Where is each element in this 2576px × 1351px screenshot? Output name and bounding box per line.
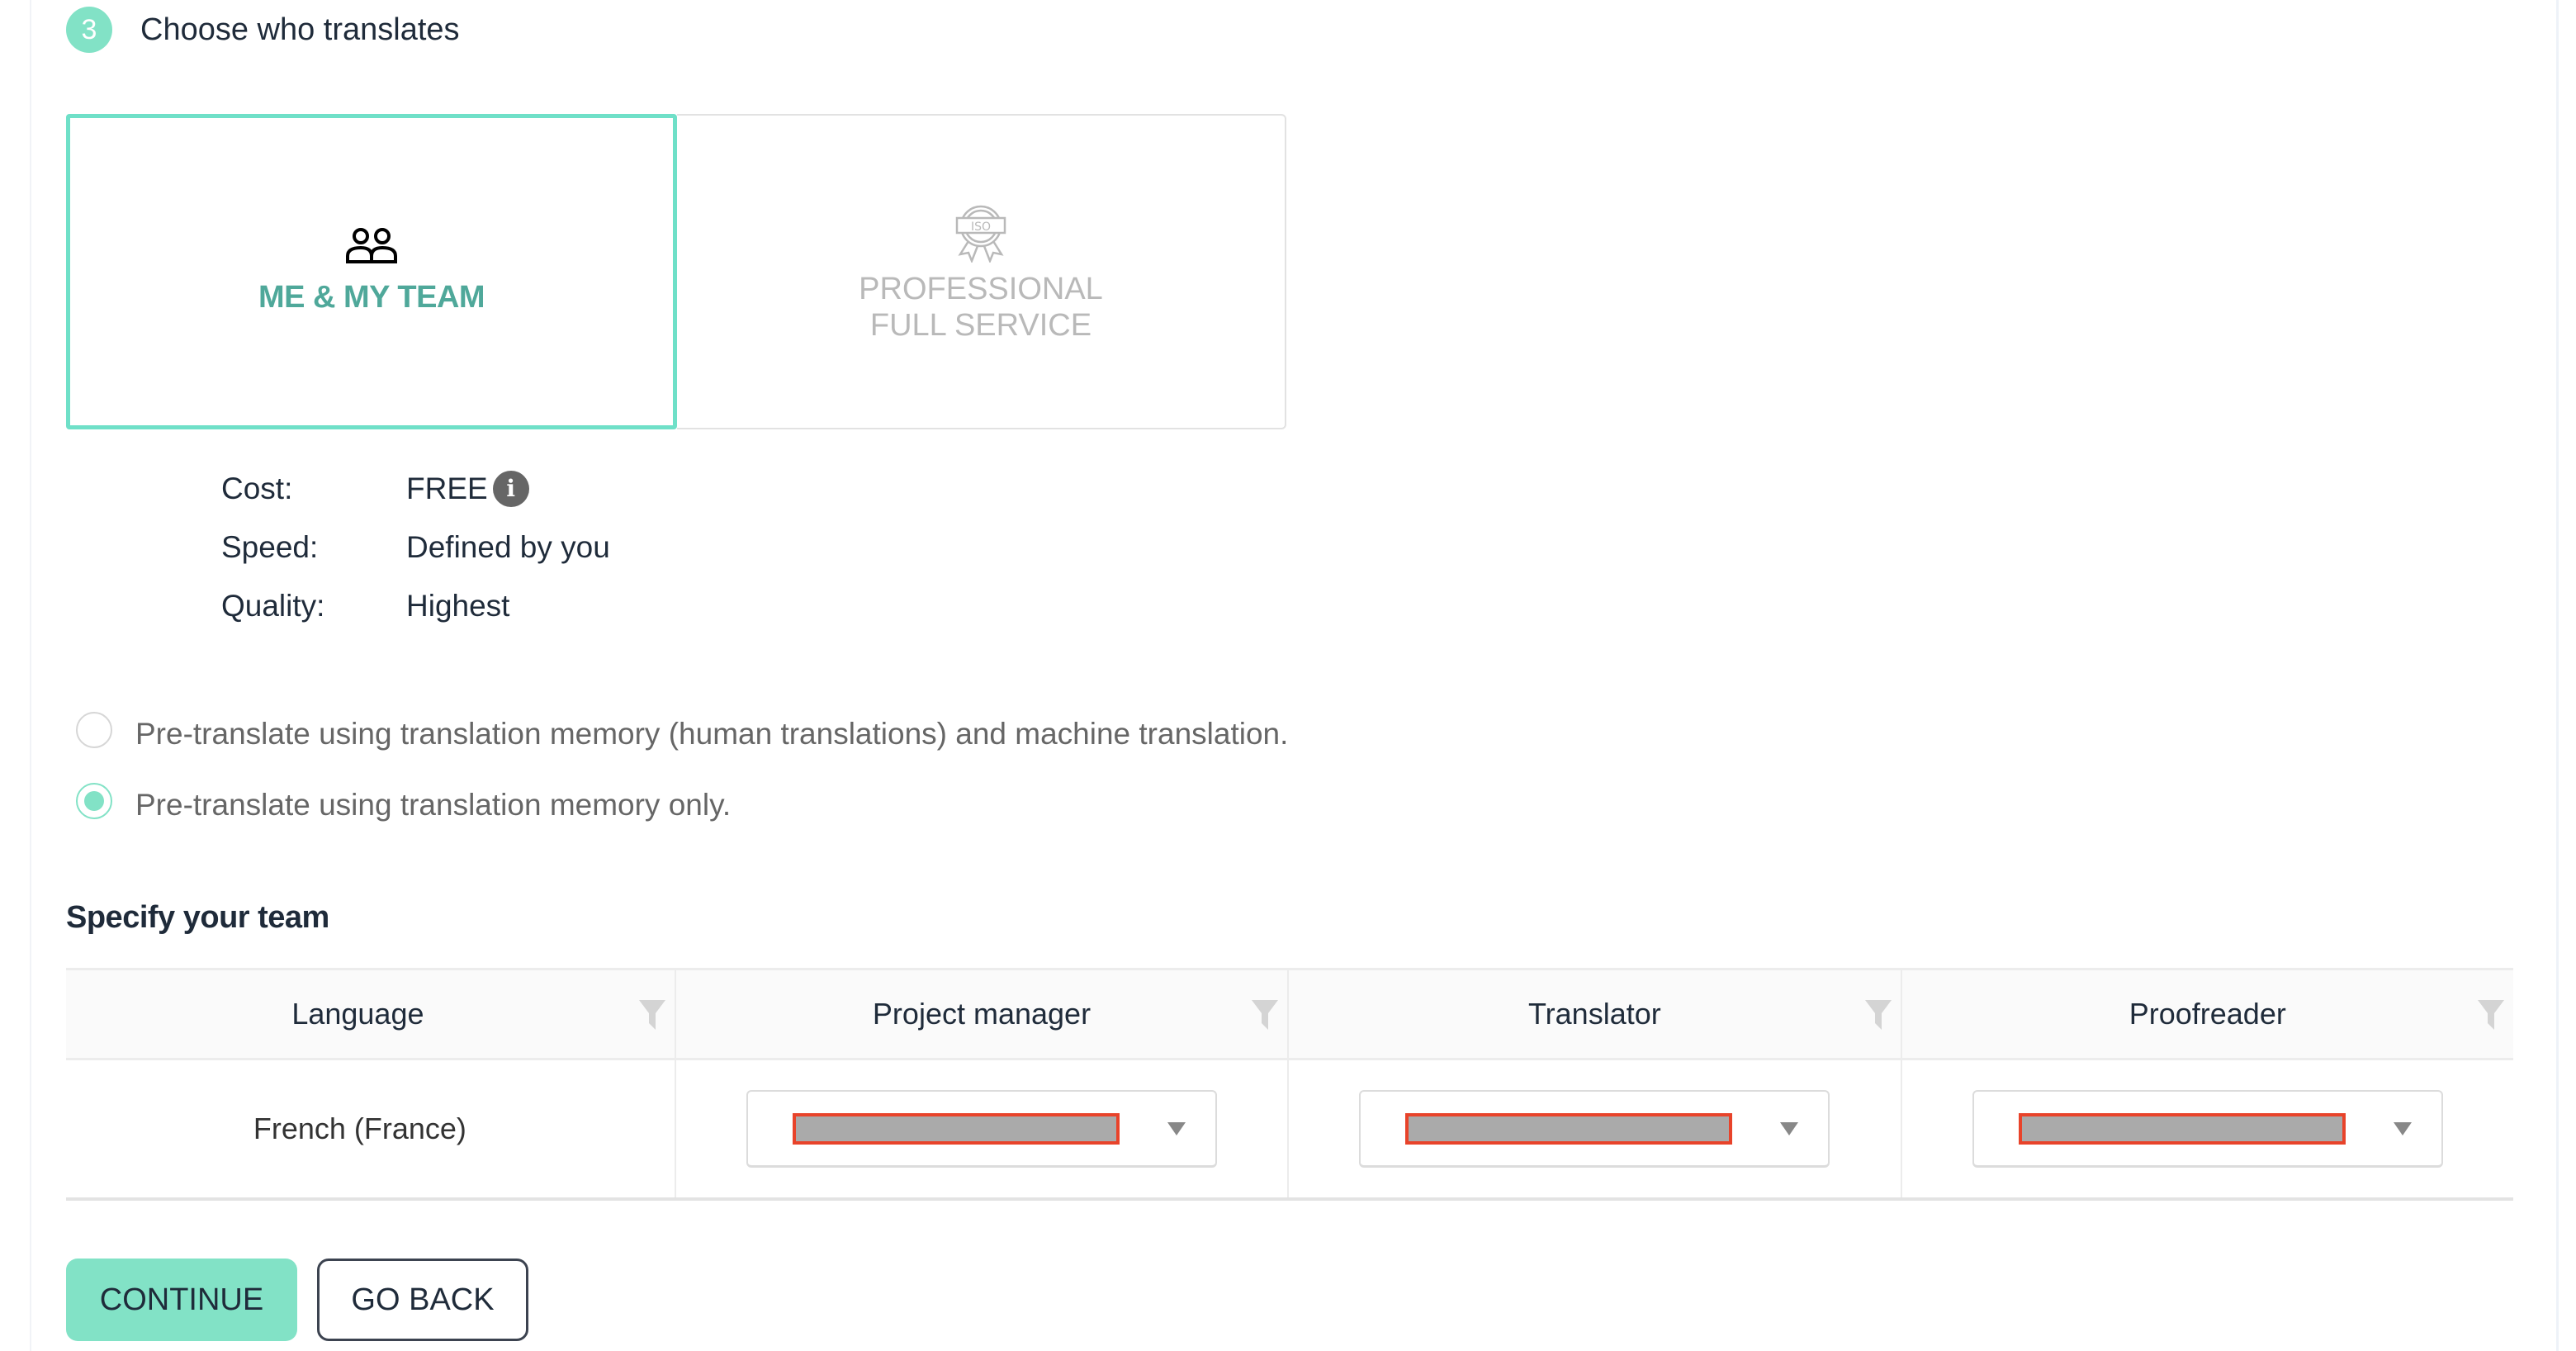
column-title: Project manager: [872, 997, 1091, 1031]
spec-value: FREE: [406, 471, 488, 505]
spec-label: Quality:: [221, 588, 325, 623]
page-border-right: [2556, 0, 2559, 1351]
team-table: Language Project manager Translator Proo…: [66, 968, 2513, 1201]
proofreader-select[interactable]: [1972, 1090, 2443, 1168]
radio-button[interactable]: [76, 712, 112, 748]
pretranslate-options: Pre-translate using translation memory (…: [76, 699, 1288, 841]
iso-badge-icon: ISO: [950, 200, 1011, 263]
table-header-row: Language Project manager Translator Proo…: [66, 968, 2513, 1060]
spec-label: Speed:: [221, 529, 319, 564]
go-back-button[interactable]: GO BACK: [317, 1259, 528, 1341]
team-section-title: Specify your team: [66, 900, 329, 935]
svg-text:ISO: ISO: [971, 220, 991, 234]
radio-label: Pre-translate using translation memory o…: [135, 788, 732, 822]
column-header-translator: Translator: [1287, 968, 1901, 1060]
filter-icon[interactable]: [1864, 998, 1892, 1031]
cell-proofreader: [1900, 1059, 2513, 1201]
table-row: French (France): [66, 1059, 2513, 1201]
step-number-badge: 3: [66, 7, 112, 53]
option-label: ME & MY TEAM: [258, 280, 485, 315]
option-label: PROFESSIONAL FULL SERVICE: [859, 271, 1103, 344]
redacted-value: [792, 1112, 1120, 1145]
project-manager-select[interactable]: [746, 1090, 1217, 1168]
radio-button-checked[interactable]: [76, 783, 112, 819]
chevron-down-icon: [1167, 1121, 1186, 1135]
column-title: Language: [291, 997, 424, 1031]
chevron-down-icon: [1780, 1121, 1799, 1135]
spec-label: Cost:: [221, 471, 293, 505]
translator-options: ME & MY TEAM ISO PROFESSIONAL FULL SERVI…: [66, 114, 1286, 429]
cell-translator: [1287, 1059, 1901, 1201]
column-title: Proofreader: [2129, 997, 2286, 1031]
step-header: 3 Choose who translates: [66, 7, 460, 53]
spec-value: Highest: [406, 588, 510, 623]
cell-project-manager: [674, 1059, 1289, 1201]
spec-quality: Quality: Highest: [221, 576, 610, 635]
column-header-project-manager: Project manager: [674, 968, 1289, 1060]
redacted-value: [1405, 1112, 1733, 1145]
step-title: Choose who translates: [140, 12, 460, 47]
continue-button[interactable]: CONTINUE: [66, 1259, 297, 1341]
team-icon: [344, 228, 399, 264]
cell-language: French (France): [66, 1059, 675, 1201]
filter-icon[interactable]: [1251, 998, 1279, 1031]
redacted-value: [2018, 1112, 2346, 1145]
option-label-line1: PROFESSIONAL: [859, 272, 1103, 306]
pretranslate-tm-and-mt[interactable]: Pre-translate using translation memory (…: [76, 699, 1288, 770]
pretranslate-tm-only[interactable]: Pre-translate using translation memory o…: [76, 770, 1288, 841]
chevron-down-icon: [2393, 1121, 2412, 1135]
translator-select[interactable]: [1359, 1090, 1830, 1168]
column-header-proofreader: Proofreader: [1900, 968, 2513, 1060]
filter-icon[interactable]: [2477, 998, 2505, 1031]
option-me-and-my-team[interactable]: ME & MY TEAM: [66, 114, 677, 429]
spec-value: Defined by you: [406, 529, 610, 564]
page-border-left: [30, 0, 31, 1351]
option-label-line2: FULL SERVICE: [869, 308, 1092, 343]
info-icon[interactable]: i: [492, 470, 529, 507]
option-specs: Cost: FREE i Speed: Defined by you Quali…: [221, 459, 610, 635]
radio-label: Pre-translate using translation memory (…: [135, 717, 1289, 751]
column-title: Translator: [1528, 997, 1661, 1031]
column-header-language: Language: [66, 968, 675, 1060]
option-professional-full-service[interactable]: ISO PROFESSIONAL FULL SERVICE: [677, 114, 1286, 429]
filter-icon[interactable]: [638, 998, 666, 1031]
spec-speed: Speed: Defined by you: [221, 518, 610, 576]
spec-cost: Cost: FREE i: [221, 459, 610, 518]
